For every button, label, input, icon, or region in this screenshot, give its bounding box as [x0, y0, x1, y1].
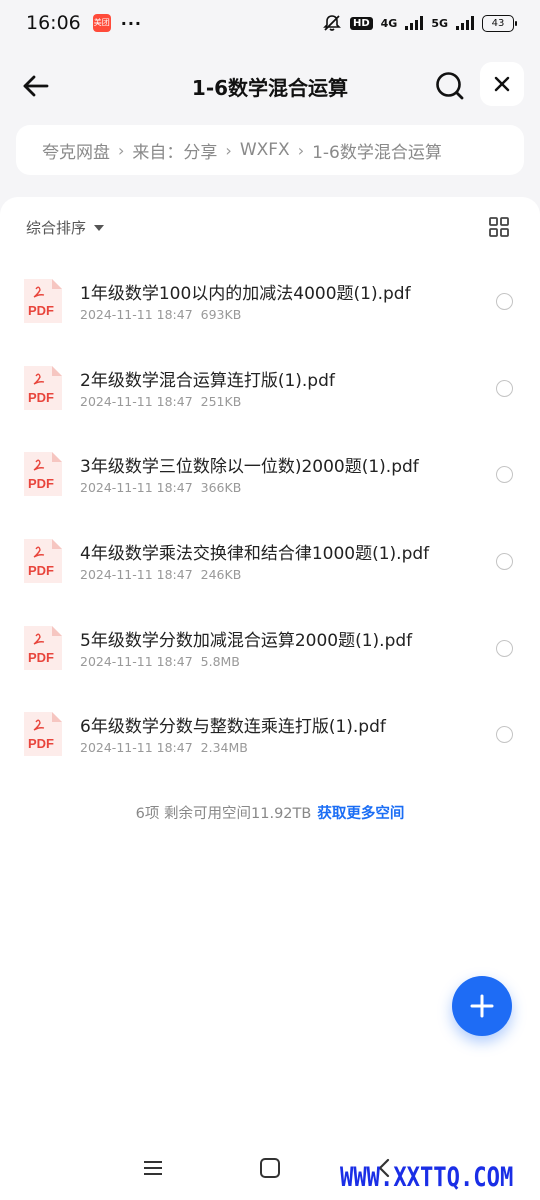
svg-text:PDF: PDF	[28, 650, 54, 665]
file-row[interactable]: PDF 6年级数学分数与整数连乘连打版(1).pdf 2024-11-11 18…	[0, 690, 540, 777]
battery-level: 43	[491, 17, 505, 29]
file-meta: 2024-11-11 18:47 246KB	[80, 567, 241, 582]
file-date: 2024-11-11 18:47	[80, 653, 193, 669]
breadcrumb-separator: ›	[118, 140, 125, 160]
file-date: 2024-11-11 18:47	[80, 393, 193, 409]
breadcrumb-separator: ›	[297, 140, 305, 160]
add-button[interactable]	[452, 976, 512, 1036]
file-meta: 2024-11-11 18:47 366KB	[80, 480, 241, 495]
breadcrumb-separator: ›	[225, 140, 232, 160]
file-date: 2024-11-11 18:47	[80, 480, 193, 496]
status-bar: 16:06 美团 ··· HD 4G 5G 43	[0, 0, 540, 46]
select-checkbox[interactable]	[496, 466, 513, 484]
file-row[interactable]: PDF 1年级数学100以内的加减法4000题(1).pdf 2024-11-1…	[0, 257, 540, 344]
svg-text:PDF: PDF	[28, 303, 54, 318]
more-notifications-icon: ···	[120, 13, 142, 33]
network-4g-label: 4G	[380, 16, 398, 30]
caret-down-icon	[94, 224, 105, 231]
file-meta: 2024-11-11 18:47 2.34MB	[80, 740, 248, 755]
get-more-space-link[interactable]: 获取更多空间	[317, 806, 404, 822]
close-button[interactable]	[480, 62, 524, 106]
breadcrumb: 夸克网盘 › 来自：分享 › WXFX › 1-6数学混合运算	[16, 125, 524, 175]
breadcrumb-item-root[interactable]: 夸克网盘	[42, 138, 110, 163]
menu-icon[interactable]	[142, 1158, 164, 1178]
file-list: PDF 1年级数学100以内的加减法4000题(1).pdf 2024-11-1…	[0, 257, 540, 777]
pdf-file-icon: PDF	[24, 279, 62, 323]
file-name: 1年级数学100以内的加减法4000题(1).pdf	[80, 284, 411, 304]
pdf-file-icon: PDF	[24, 365, 62, 410]
pdf-file-icon: PDF	[24, 712, 62, 757]
grid-view-button[interactable]	[488, 216, 510, 238]
home-icon[interactable]	[260, 1158, 280, 1178]
storage-summary: 6项 剩余可用空间11.92TB 获取更多空间	[0, 802, 540, 823]
file-name: 6年级数学分数与整数连乘连打版(1).pdf	[80, 717, 386, 738]
file-row[interactable]: PDF 2年级数学混合运算连打版(1).pdf 2024-11-11 18:47…	[0, 344, 540, 431]
file-size: 2.34MB	[200, 740, 248, 756]
file-size: 5.8MB	[200, 653, 240, 669]
network-5g-label: 5G	[431, 16, 448, 30]
breadcrumb-item-share[interactable]: 来自：分享	[132, 138, 217, 163]
file-date: 2024-11-11 18:47	[80, 567, 193, 583]
select-checkbox[interactable]	[496, 293, 513, 310]
status-indicators: HD 4G 5G 43	[322, 13, 517, 33]
signal-icon-1	[405, 16, 424, 30]
pdf-file-icon: PDF	[24, 625, 62, 670]
close-icon	[494, 76, 510, 92]
file-row[interactable]: PDF 4年级数学乘法交换律和结合律1000题(1).pdf 2024-11-1…	[0, 517, 540, 604]
file-panel: 综合排序 PDF 1年级数学100以内的加减法4000题(1).pdf 2024…	[0, 197, 540, 1200]
file-name: 2年级数学混合运算连打版(1).pdf	[80, 370, 335, 391]
pdf-file-icon: PDF	[24, 539, 62, 584]
app-notification-icon: 美团	[92, 14, 111, 32]
select-checkbox[interactable]	[496, 726, 513, 744]
hd-icon: HD	[349, 16, 373, 30]
sort-button[interactable]: 综合排序	[26, 217, 105, 238]
storage-summary-text: 6项 剩余可用空间11.92TB	[135, 806, 312, 822]
signal-icon-2	[456, 16, 474, 30]
plus-icon	[470, 994, 494, 1018]
file-meta: 2024-11-11 18:47 693KB	[80, 307, 241, 322]
file-size: 366KB	[200, 480, 242, 496]
pdf-file-icon: PDF	[24, 452, 62, 497]
sort-label: 综合排序	[26, 219, 87, 237]
file-name: 5年级数学分数加减混合运算2000题(1).pdf	[80, 630, 413, 651]
file-date: 2024-11-11 18:47	[80, 740, 193, 756]
svg-text:PDF: PDF	[28, 390, 54, 405]
grid-icon	[489, 217, 509, 237]
file-row[interactable]: PDF 3年级数学三位数除以一位数)2000题(1).pdf 2024-11-1…	[0, 430, 540, 517]
header: 1-6数学混合运算	[0, 58, 540, 114]
watermark: WWW.XXTTQ.COM	[340, 1162, 514, 1193]
list-toolbar: 综合排序	[0, 197, 540, 257]
file-name: 4年级数学乘法交换律和结合律1000题(1).pdf	[80, 544, 430, 565]
status-time: 16:06	[26, 12, 81, 34]
svg-text:PDF: PDF	[28, 563, 54, 578]
file-meta: 2024-11-11 18:47 5.8MB	[80, 654, 240, 669]
select-checkbox[interactable]	[496, 553, 513, 571]
breadcrumb-item-current: 1-6数学混合运算	[312, 142, 442, 163]
battery-icon: 43	[482, 14, 517, 32]
svg-text:PDF: PDF	[28, 736, 54, 751]
file-size: 693KB	[200, 307, 242, 322]
search-icon	[436, 72, 464, 100]
file-size: 251KB	[200, 393, 242, 409]
svg-text:PDF: PDF	[28, 476, 54, 491]
file-name: 3年级数学三位数除以一位数)2000题(1).pdf	[80, 457, 419, 478]
mute-icon	[323, 15, 341, 31]
file-size: 246KB	[200, 567, 242, 583]
select-checkbox[interactable]	[496, 639, 513, 657]
file-date: 2024-11-11 18:47	[80, 307, 193, 322]
select-checkbox[interactable]	[496, 379, 513, 397]
file-meta: 2024-11-11 18:47 251KB	[80, 394, 241, 409]
search-button[interactable]	[432, 68, 468, 104]
file-row[interactable]: PDF 5年级数学分数加减混合运算2000题(1).pdf 2024-11-11…	[0, 604, 540, 691]
breadcrumb-item-wxfx[interactable]: WXFX	[240, 140, 290, 160]
